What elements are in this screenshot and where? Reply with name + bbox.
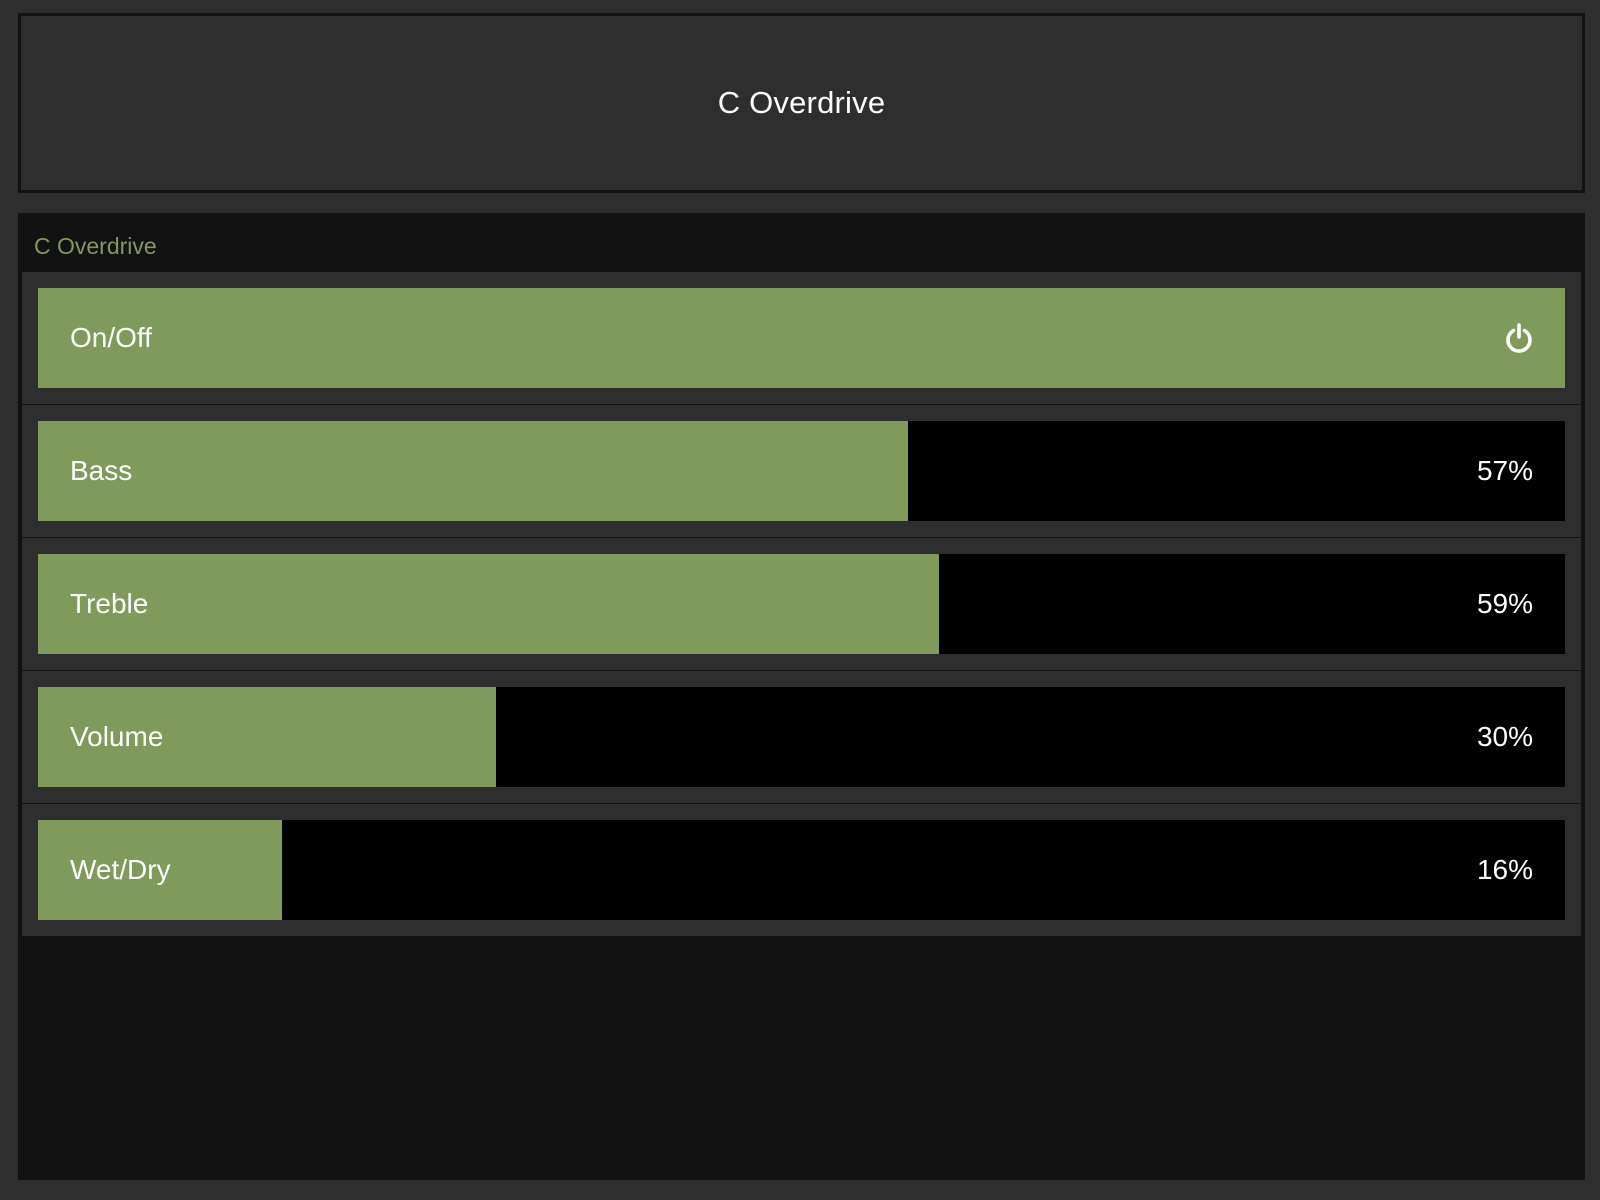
volume-value: 30% — [1476, 721, 1533, 752]
bass-label: Bass — [70, 455, 133, 486]
row-bass: Bass 57% — [22, 405, 1581, 537]
onoff-toggle[interactable]: On/Off — [38, 288, 1565, 388]
volume-slider[interactable]: Volume 30% — [38, 687, 1565, 787]
bass-slider-fill — [38, 421, 909, 521]
row-volume: Volume 30% — [22, 671, 1581, 803]
onoff-label: On/Off — [70, 322, 152, 353]
panel-title: C Overdrive — [34, 233, 157, 259]
treble-value: 59% — [1476, 588, 1533, 619]
row-onoff: On/Off — [22, 272, 1581, 404]
treble-slider-fill — [38, 554, 939, 654]
wetdry-slider[interactable]: Wet/Dry 16% — [38, 820, 1565, 920]
row-treble: Treble 59% — [22, 538, 1581, 670]
treble-label: Treble — [70, 588, 149, 619]
bass-slider[interactable]: Bass 57% — [38, 421, 1565, 521]
toggle-fill — [38, 288, 1565, 388]
row-wetdry: Wet/Dry 16% — [22, 804, 1581, 936]
effect-panel: C Overdrive On/Off Bass 57% Treble 59% V… — [18, 213, 1585, 1180]
power-icon — [1506, 323, 1532, 353]
page-title: C Overdrive — [717, 85, 886, 120]
wetdry-label: Wet/Dry — [70, 854, 171, 885]
volume-label: Volume — [70, 721, 164, 752]
treble-slider[interactable]: Treble 59% — [38, 554, 1565, 654]
bass-value: 57% — [1476, 455, 1533, 486]
window-bottom-edge — [0, 1180, 1600, 1200]
app-window: C Overdrive C Overdrive On/Off Bass 57% — [0, 0, 1600, 1200]
wetdry-value: 16% — [1476, 854, 1533, 885]
title-bar: C Overdrive — [18, 13, 1585, 193]
